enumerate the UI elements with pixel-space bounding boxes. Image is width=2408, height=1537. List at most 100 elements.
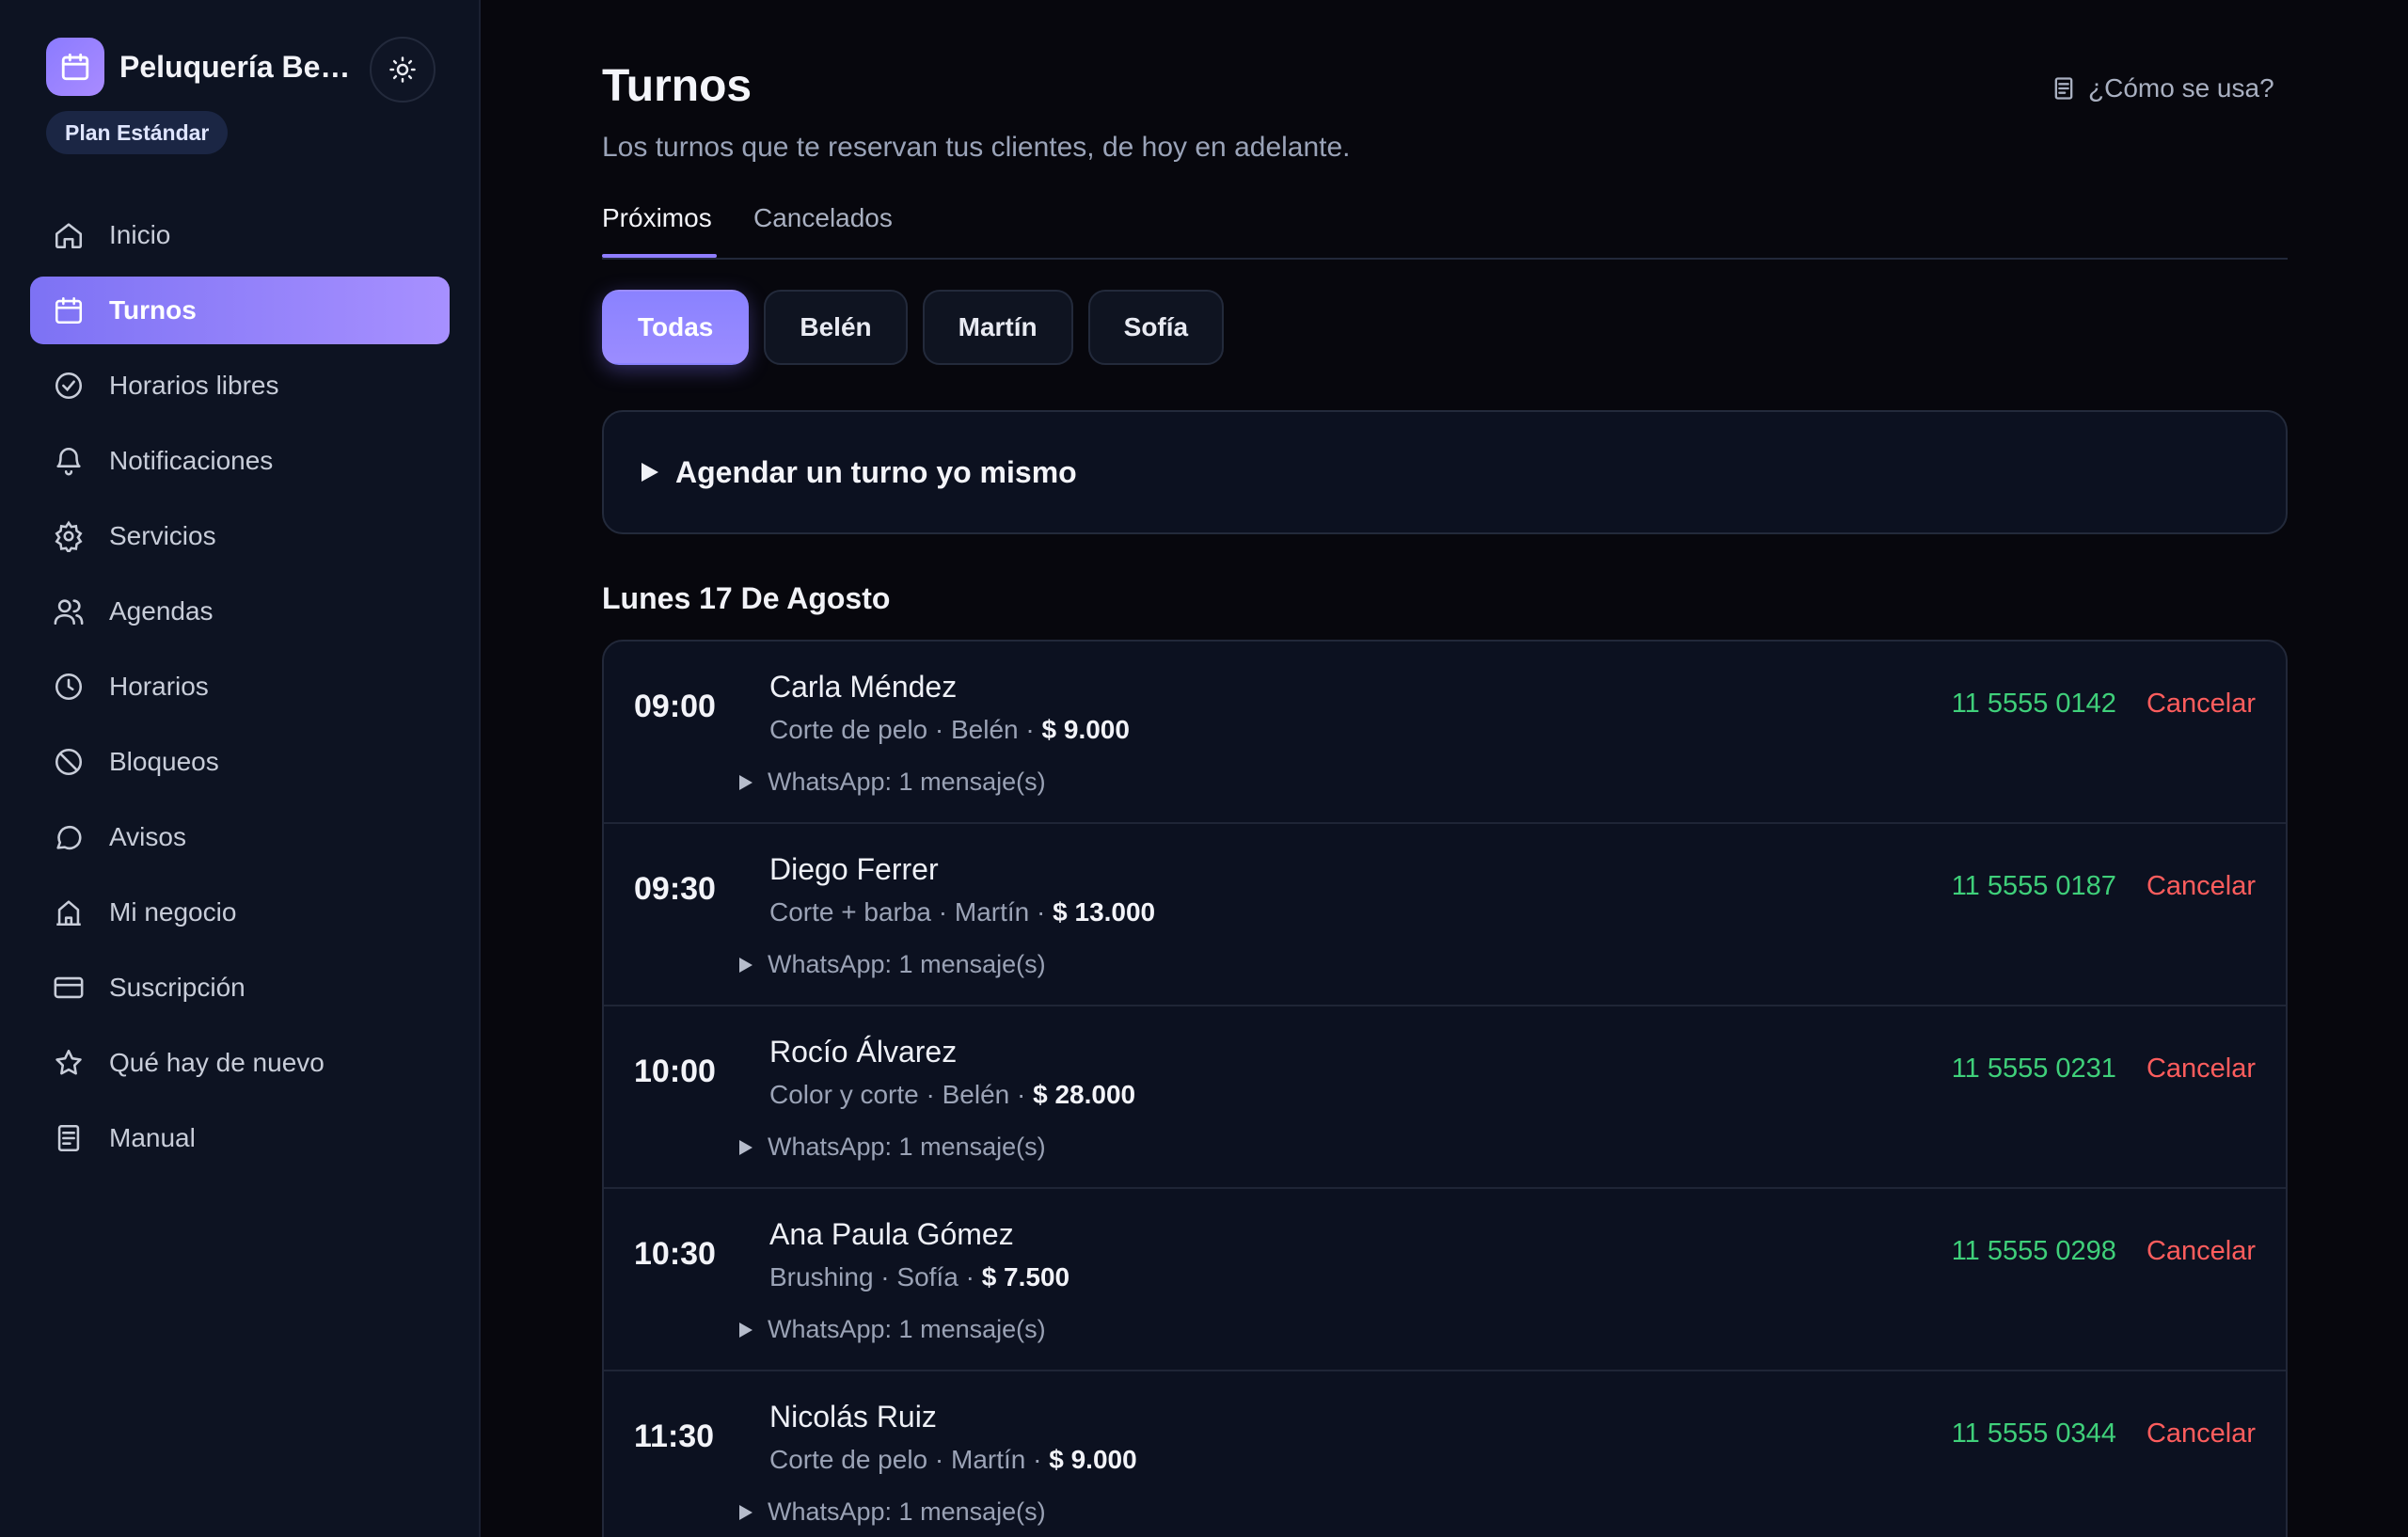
whatsapp-toggle[interactable]: WhatsApp: 1 mensaje(s) [739, 950, 1046, 979]
page-subtitle: Los turnos que te reservan tus clientes,… [602, 132, 1351, 163]
cancel-button[interactable]: Cancelar [2147, 689, 2256, 720]
sidebar-item-inicio[interactable]: Inicio [30, 201, 450, 269]
home-icon [53, 219, 85, 251]
whatsapp-toggle[interactable]: WhatsApp: 1 mensaje(s) [739, 1497, 1046, 1527]
active-tab-indicator [602, 254, 717, 258]
phone-link[interactable]: 11 5555 0298 [1952, 1236, 2116, 1267]
phone-link[interactable]: 11 5555 0344 [1952, 1418, 2116, 1450]
clock-icon [53, 671, 85, 703]
sidebar-item-notificaciones[interactable]: Notificaciones [30, 427, 450, 495]
phone-link[interactable]: 11 5555 0187 [1952, 871, 2116, 902]
sidebar-item-servicios[interactable]: Servicios [30, 502, 450, 570]
sidebar-item-mi-negocio[interactable]: Mi negocio [30, 879, 450, 946]
appointment-row: 09:00 Carla Méndez Corte de pelo · Belén… [604, 642, 2286, 824]
service-name: Corte de pelo [769, 715, 928, 744]
appointment-actions: 11 5555 0344 Cancelar [1952, 1418, 2256, 1450]
whatsapp-label: WhatsApp: 1 mensaje(s) [768, 768, 1046, 796]
appointment-details: Corte de pelo · Belén · $ 9.000 [769, 715, 1130, 744]
bell-icon [53, 445, 85, 477]
appointment-time: 10:00 [634, 1054, 716, 1089]
filter-chip-martin[interactable]: Martín [922, 290, 1073, 365]
page-title: Turnos [602, 61, 752, 111]
tab-proximos[interactable]: Próximos [602, 203, 712, 258]
sidebar-item-horarios-libres[interactable]: Horarios libres [30, 352, 450, 420]
whatsapp-toggle[interactable]: WhatsApp: 1 mensaje(s) [739, 768, 1046, 797]
sidebar-item-avisos[interactable]: Avisos [30, 803, 450, 871]
filter-chip-sofia[interactable]: Sofía [1087, 290, 1225, 365]
sidebar-item-label: Agendas [109, 596, 214, 626]
whatsapp-toggle[interactable]: WhatsApp: 1 mensaje(s) [739, 1133, 1046, 1162]
sun-icon [388, 55, 417, 84]
disclosure-triangle-icon [642, 463, 658, 482]
whatsapp-label: WhatsApp: 1 mensaje(s) [768, 1497, 1046, 1526]
disclosure-triangle-icon [739, 1322, 752, 1338]
appointment-actions: 11 5555 0187 Cancelar [1952, 871, 2256, 902]
appointment-row: 09:30 Diego Ferrer Corte + barba · Martí… [604, 824, 2286, 1006]
sidebar-item-label: Horarios libres [109, 371, 279, 400]
appointment-time: 10:30 [634, 1236, 716, 1272]
gear-icon [53, 520, 85, 552]
check-circle-icon [53, 370, 85, 402]
client-name: Rocío Álvarez [769, 1035, 958, 1069]
sidebar-nav: Inicio Turnos Horarios libres Notificaci… [30, 201, 450, 1180]
whatsapp-label: WhatsApp: 1 mensaje(s) [768, 1133, 1046, 1161]
disclosure-triangle-icon [739, 774, 752, 790]
cancel-button[interactable]: Cancelar [2147, 1236, 2256, 1267]
sidebar-item-label: Turnos [109, 295, 197, 325]
disclosure-triangle-icon [739, 1139, 752, 1155]
staff-name: Martín [951, 1445, 1026, 1474]
ban-icon [53, 746, 85, 778]
sidebar-item-turnos[interactable]: Turnos [30, 277, 450, 344]
cancel-button[interactable]: Cancelar [2147, 1418, 2256, 1450]
sidebar-item-label: Qué hay de nuevo [109, 1048, 325, 1077]
brand[interactable]: Peluquería Belén [46, 38, 355, 96]
cancel-button[interactable]: Cancelar [2147, 871, 2256, 902]
client-name: Ana Paula Gómez [769, 1217, 1014, 1251]
price: $ 28.000 [1033, 1080, 1136, 1109]
sidebar-item-agendas[interactable]: Agendas [30, 578, 450, 645]
filter-chip-belen[interactable]: Belén [764, 290, 908, 365]
appointment-actions: 11 5555 0231 Cancelar [1952, 1054, 2256, 1085]
sidebar-item-label: Servicios [109, 521, 216, 550]
sidebar-item-horarios[interactable]: Horarios [30, 653, 450, 721]
client-name: Nicolás Ruiz [769, 1400, 937, 1434]
help-link[interactable]: ¿Cómo se usa? [2051, 73, 2274, 103]
sidebar-item-label: Horarios [109, 672, 209, 701]
appointment-time: 09:30 [634, 871, 716, 907]
phone-link[interactable]: 11 5555 0142 [1952, 689, 2116, 720]
chat-bubble-icon [53, 821, 85, 853]
appointment-time: 09:00 [634, 689, 716, 724]
sidebar-item-manual[interactable]: Manual [30, 1104, 450, 1172]
appointment-details: Brushing · Sofía · $ 7.500 [769, 1262, 1070, 1291]
whatsapp-toggle[interactable]: WhatsApp: 1 mensaje(s) [739, 1315, 1046, 1344]
filter-chip-todas[interactable]: Todas [602, 290, 750, 365]
appointment-details: Corte + barba · Martín · $ 13.000 [769, 897, 1156, 927]
appointment-row: 10:30 Ana Paula Gómez Brushing · Sofía ·… [604, 1189, 2286, 1371]
sidebar-item-label: Avisos [109, 822, 186, 851]
staff-name: Martín [954, 897, 1030, 927]
phone-link[interactable]: 11 5555 0231 [1952, 1054, 2116, 1085]
tab-cancelados[interactable]: Cancelados [753, 203, 893, 258]
price: $ 7.500 [981, 1262, 1070, 1291]
cancel-button[interactable]: Cancelar [2147, 1054, 2256, 1085]
disclosure-triangle-icon [739, 957, 752, 973]
sidebar-item-que-hay-de-nuevo[interactable]: Qué hay de nuevo [30, 1029, 450, 1097]
sidebar-item-suscripcion[interactable]: Suscripción [30, 954, 450, 1022]
service-name: Brushing [769, 1262, 874, 1291]
service-name: Color y corte [769, 1080, 919, 1109]
day-heading: Lunes 17 De Agosto [602, 581, 891, 615]
sidebar-item-label: Suscripción [109, 973, 246, 1002]
sidebar-item-bloqueos[interactable]: Bloqueos [30, 728, 450, 796]
calendar-icon [46, 38, 104, 96]
price: $ 13.000 [1053, 897, 1156, 927]
appointment-details: Corte de pelo · Martín · $ 9.000 [769, 1445, 1137, 1474]
schedule-self-label: Agendar un turno yo mismo [675, 454, 1077, 489]
service-name: Corte + barba [769, 897, 931, 927]
staff-name: Sofía [896, 1262, 958, 1291]
help-link-label: ¿Cómo se usa? [2088, 73, 2274, 103]
appointment-list: 09:00 Carla Méndez Corte de pelo · Belén… [602, 640, 2288, 1537]
theme-toggle-button[interactable] [370, 37, 436, 103]
schedule-self-toggle[interactable]: Agendar un turno yo mismo [602, 410, 2288, 534]
staff-name: Belén [942, 1080, 1010, 1109]
document-icon [2051, 75, 2077, 102]
